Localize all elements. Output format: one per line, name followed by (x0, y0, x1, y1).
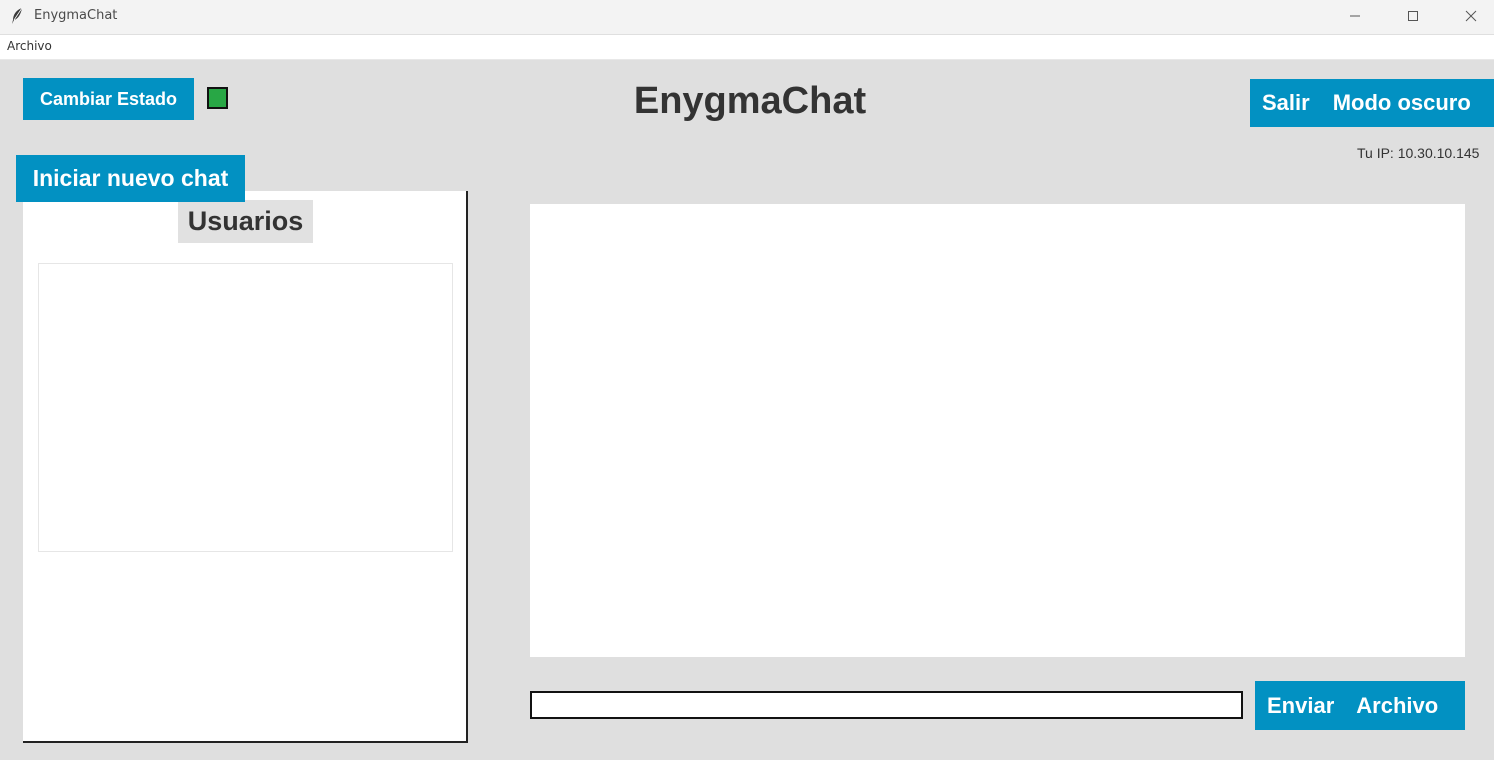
menu-archivo[interactable]: Archivo (7, 39, 52, 53)
close-button[interactable] (1442, 0, 1494, 32)
attach-file-button[interactable]: Archivo (1356, 693, 1438, 719)
ip-address-label: Tu IP: 10.30.10.145 (1357, 145, 1480, 161)
status-indicator (207, 87, 228, 109)
dark-mode-button[interactable]: Modo oscuro (1333, 90, 1471, 116)
new-chat-button[interactable]: Iniciar nuevo chat (16, 155, 245, 202)
maximize-icon (1408, 11, 1418, 21)
chat-messages-area[interactable] (530, 204, 1465, 657)
maximize-button[interactable] (1384, 0, 1442, 32)
window-titlebar: EnygmaChat (0, 0, 1494, 34)
message-input[interactable] (530, 691, 1243, 719)
app-title: EnygmaChat (633, 80, 867, 122)
top-button-bar: Salir Modo oscuro (1250, 79, 1494, 127)
minimize-icon (1350, 15, 1360, 17)
menubar: Archivo (0, 35, 1494, 60)
close-icon (1465, 10, 1477, 22)
users-title: Usuarios (178, 200, 313, 243)
send-button[interactable]: Enviar (1267, 693, 1334, 719)
exit-button[interactable]: Salir (1262, 90, 1310, 116)
feather-icon (10, 7, 24, 30)
change-status-button[interactable]: Cambiar Estado (23, 78, 194, 120)
window-title: EnygmaChat (34, 8, 118, 23)
minimize-button[interactable] (1326, 0, 1384, 32)
users-list[interactable] (38, 263, 453, 552)
bottom-button-bar: Enviar Archivo (1255, 681, 1465, 730)
